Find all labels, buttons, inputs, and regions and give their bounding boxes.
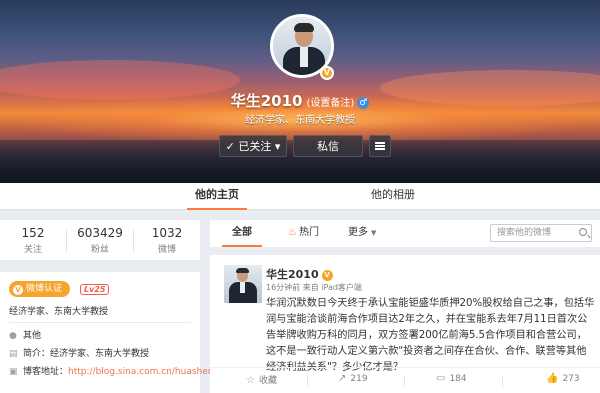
like-count: 273 <box>562 374 580 384</box>
comment-icon: ▭ <box>436 373 446 384</box>
info-bio: ▤ 简介：经济学家、东南大学教授 <box>9 346 149 359</box>
post-author-name[interactable]: 华生2010 V <box>266 266 333 282</box>
feed-filter-bar: 全部 ♨ 热门 更多 ▼ 搜索他的微博 <box>210 220 600 247</box>
weibo-certification-badge[interactable]: V 微博认证 <box>9 281 71 297</box>
location-pin-icon: ● <box>9 331 17 341</box>
search-input[interactable]: 搜索他的微博 <box>490 224 592 242</box>
menu-icon <box>375 142 385 150</box>
profile-name-row: 华生2010 (设置备注) ♂ <box>0 90 600 111</box>
cert-label: 微博认证 <box>26 284 63 294</box>
repost-button[interactable]: ↗ 219 <box>338 373 368 384</box>
message-button[interactable]: 私信 <box>293 135 363 157</box>
star-icon: ☆ <box>246 375 255 386</box>
blog-link[interactable]: http://blog.sina.com.cn/huasheng <box>68 367 219 377</box>
like-button[interactable]: 👍 273 <box>546 373 580 384</box>
profile-stats: 152 关注 603429 粉丝 1032 微博 <box>0 220 200 260</box>
feed-post: 华生2010 V 16分钟前 来自 iPad客户端 华润沉默数日今天终于承认宝能钜… <box>210 255 600 393</box>
male-gender-icon: ♂ <box>357 97 370 109</box>
document-icon: ▤ <box>9 349 18 359</box>
profile-intro: 经济学家、东南大学教授 <box>245 115 355 126</box>
comment-count: 184 <box>449 374 467 384</box>
search-placeholder: 搜索他的微博 <box>497 228 552 238</box>
set-remark-link[interactable]: (设置备注) <box>306 98 354 109</box>
verified-icon: V <box>13 285 23 295</box>
user-level-badge[interactable]: Lv25 <box>80 284 110 295</box>
tab-album[interactable]: 他的相册 <box>363 183 423 210</box>
chevron-down-icon: ▼ <box>371 229 377 237</box>
post-author-text: 华生2010 <box>266 268 319 281</box>
info-location: ● 其他 <box>9 328 41 341</box>
following-button[interactable]: ✓ 已关注 ▾ <box>219 135 287 157</box>
post-author-avatar[interactable] <box>224 265 262 303</box>
post-actions: ☆ 收藏 ↗ 219 ▭ 184 👍 273 <box>210 367 600 393</box>
stat-following-label: 关注 <box>23 245 42 255</box>
profile-tabbar: 他的主页 他的相册 <box>0 183 600 210</box>
divider <box>307 375 308 387</box>
post-meta[interactable]: 16分钟前 来自 iPad客户端 <box>266 282 362 293</box>
thumbs-up-icon: 👍 <box>546 373 559 384</box>
comment-button[interactable]: ▭ 184 <box>436 373 467 384</box>
stat-posts-count: 1032 <box>151 226 183 240</box>
filter-more-label: 更多 <box>348 227 368 238</box>
filter-hot-label: 热门 <box>298 227 319 238</box>
divider <box>404 375 405 387</box>
verified-icon: V <box>321 270 333 281</box>
more-menu-button[interactable] <box>369 135 391 157</box>
location-text: 其他 <box>23 331 42 341</box>
stat-followers-label: 粉丝 <box>90 245 109 255</box>
info-blog: ▣ 博客地址：http://blog.sina.com.cn/huasheng <box>9 364 219 377</box>
filter-hot-tab[interactable]: ♨ 热门 <box>288 220 319 247</box>
profile-name: 华生2010 <box>230 92 303 110</box>
favorite-label: 收藏 <box>258 376 277 386</box>
favorite-button[interactable]: ☆ 收藏 <box>246 373 277 386</box>
stat-posts-label: 微博 <box>157 245 176 255</box>
cert-description: 经济学家、东南大学教授 <box>9 307 109 317</box>
profile-cover: V 华生2010 (设置备注) ♂ 经济学家、东南大学教授 ✓ 已关注 ▾ 私信 <box>0 0 600 183</box>
tab-home[interactable]: 他的主页 <box>187 183 247 210</box>
divider <box>502 375 503 387</box>
post-text: 华润沉默数日今天终于承认宝能钜盛华质押20%股权给自己之事，包括华润与宝能洽谈前… <box>266 298 595 373</box>
repost-icon: ↗ <box>338 373 347 384</box>
link-icon: ▣ <box>9 367 18 377</box>
repost-count: 219 <box>350 374 368 384</box>
stat-following-count: 152 <box>21 226 45 240</box>
bio-text: 简介：经济学家、东南大学教授 <box>23 349 150 359</box>
stat-posts[interactable]: 1032 微博 <box>134 226 200 255</box>
stat-followers-count: 603429 <box>77 226 123 240</box>
filter-more-dropdown[interactable]: 更多 ▼ <box>348 220 376 247</box>
profile-info-card: V 微博认证 Lv25 经济学家、东南大学教授 ● 其他 ▤ 简介：经济学家、东南大学… <box>0 272 219 393</box>
flame-icon: ♨ <box>288 227 297 238</box>
stat-following[interactable]: 152 关注 <box>0 226 66 255</box>
stat-followers[interactable]: 603429 粉丝 <box>67 226 133 255</box>
verified-badge-icon: V <box>320 66 334 80</box>
divider <box>9 322 191 323</box>
search-icon[interactable] <box>579 228 587 236</box>
blog-label: 博客地址： <box>23 367 69 377</box>
filter-all-tab[interactable]: 全部 <box>222 220 262 247</box>
